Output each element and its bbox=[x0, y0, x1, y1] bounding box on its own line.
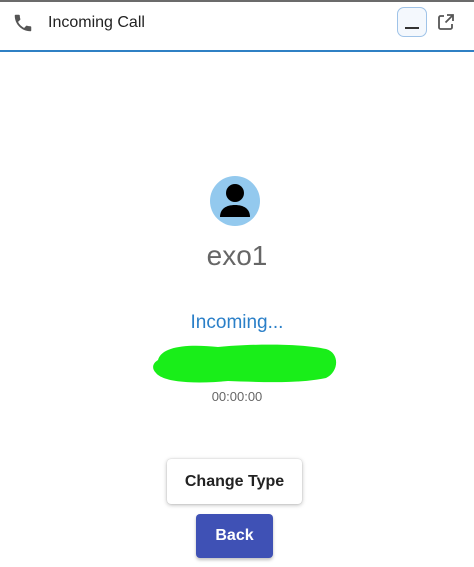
user-icon bbox=[220, 184, 250, 217]
popout-icon[interactable] bbox=[436, 12, 456, 32]
change-type-button[interactable]: Change Type bbox=[167, 459, 302, 504]
incoming-call-window: Incoming Call exo1 Incoming... 00:00:00 … bbox=[0, 0, 474, 567]
window-title: Incoming Call bbox=[48, 14, 145, 31]
minimize-icon bbox=[405, 27, 419, 29]
minimize-button[interactable] bbox=[397, 7, 427, 37]
header-bar: Incoming Call bbox=[0, 2, 474, 52]
back-button[interactable]: Back bbox=[196, 514, 273, 558]
redaction-mark bbox=[153, 344, 337, 383]
caller-avatar bbox=[210, 176, 260, 226]
call-duration: 00:00:00 bbox=[211, 389, 263, 404]
call-status: Incoming... bbox=[190, 312, 284, 333]
phone-icon bbox=[12, 12, 34, 34]
caller-name: exo1 bbox=[206, 240, 268, 271]
